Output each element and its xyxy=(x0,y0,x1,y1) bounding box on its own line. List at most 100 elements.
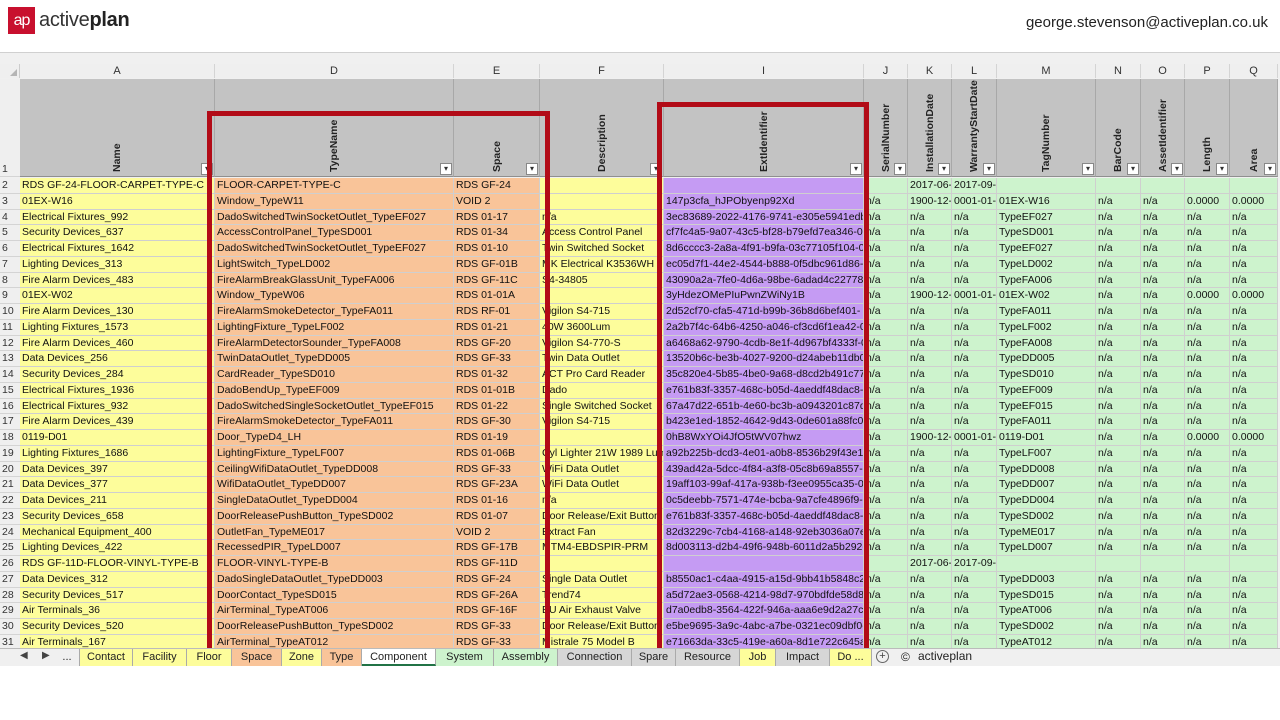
cell-extidentifier[interactable]: 13520b6c-be3b-4027-9200-d24abeb11db0 xyxy=(664,351,864,367)
cell-assetidentifier[interactable]: n/a xyxy=(1141,603,1185,619)
column-letter-l[interactable]: L xyxy=(952,64,997,78)
cell-tagnumber[interactable]: TypeFA011 xyxy=(997,414,1096,430)
cell-space[interactable]: RDS 01-16 xyxy=(454,493,540,509)
cell-typename[interactable]: Window_TypeW06 xyxy=(215,288,454,304)
cell-tagnumber[interactable]: TypeDD003 xyxy=(997,571,1096,588)
cell-area[interactable]: n/a xyxy=(1230,508,1278,525)
cell-assetidentifier[interactable]: n/a xyxy=(1141,398,1185,415)
cell-installationdate[interactable]: n/a xyxy=(908,540,952,556)
cell-barcode[interactable] xyxy=(1096,556,1141,572)
cell-name[interactable]: Electrical Fixtures_1642 xyxy=(20,241,215,257)
cell-area[interactable]: 0.0000 xyxy=(1230,430,1278,446)
cell-serialnumber[interactable]: n/a xyxy=(864,540,908,556)
cell-typename[interactable]: FireAlarmBreakGlassUnit_TypeFA006 xyxy=(215,272,454,289)
row-number[interactable]: 18 xyxy=(0,430,20,446)
cell-barcode[interactable]: n/a xyxy=(1096,477,1141,493)
tab-impact[interactable]: Impact xyxy=(776,649,830,666)
column-letter-o[interactable]: O xyxy=(1141,64,1185,78)
cell-name[interactable]: Security Devices_517 xyxy=(20,587,215,604)
filter-dropdown-icon[interactable]: ▾ xyxy=(938,163,950,175)
cell-length[interactable]: n/a xyxy=(1185,508,1230,525)
cell-typename[interactable]: AirTerminal_TypeAT006 xyxy=(215,603,454,619)
cell-barcode[interactable]: n/a xyxy=(1096,272,1141,289)
cell-serialnumber[interactable]: n/a xyxy=(864,414,908,430)
cell-installationdate[interactable]: n/a xyxy=(908,272,952,289)
row-number[interactable]: 16 xyxy=(0,398,20,415)
cell-description[interactable]: Trend74 xyxy=(540,587,664,604)
cell-assetidentifier[interactable]: n/a xyxy=(1141,193,1185,210)
cell-serialnumber[interactable]: n/a xyxy=(864,445,908,462)
cell-name[interactable]: Mechanical Equipment_400 xyxy=(20,524,215,541)
cell-assetidentifier[interactable]: n/a xyxy=(1141,587,1185,604)
cell-space[interactable]: RDS GF-24 xyxy=(454,178,540,194)
cell-assetidentifier[interactable]: n/a xyxy=(1141,430,1185,446)
cell-tagnumber[interactable]: TypeAT006 xyxy=(997,603,1096,619)
cell-assetidentifier[interactable]: n/a xyxy=(1141,241,1185,257)
cell-barcode[interactable]: n/a xyxy=(1096,351,1141,367)
cell-length[interactable]: n/a xyxy=(1185,619,1230,635)
row-number[interactable]: 25 xyxy=(0,540,20,556)
tab-contact[interactable]: Contact xyxy=(80,649,133,666)
row-number[interactable]: 17 xyxy=(0,414,20,430)
column-letter-p[interactable]: P xyxy=(1185,64,1230,78)
cell-assetidentifier[interactable]: n/a xyxy=(1141,304,1185,320)
cell-warrantystartdate[interactable]: n/a xyxy=(952,304,997,320)
cell-extidentifier[interactable]: 82d3229c-7cb4-4168-a148-92eb3036a07e- xyxy=(664,524,864,541)
cell-name[interactable]: Lighting Devices_422 xyxy=(20,540,215,556)
header-cell-description[interactable]: Description ▾ xyxy=(540,79,664,177)
cell-typename[interactable]: DadoSwitchedTwinSocketOutlet_TypeEF027 xyxy=(215,209,454,226)
cell-assetidentifier[interactable]: n/a xyxy=(1141,619,1185,635)
cell-installationdate[interactable]: n/a xyxy=(908,382,952,399)
cell-space[interactable]: RDS GF-20 xyxy=(454,335,540,352)
cell-extidentifier[interactable]: 147p3cfa_hJPObyenp92Xd xyxy=(664,193,864,210)
cell-length[interactable] xyxy=(1185,178,1230,194)
cell-extidentifier[interactable]: a5d72ae3-0568-4214-98d7-970bdfde58d8- xyxy=(664,587,864,604)
cell-installationdate[interactable]: n/a xyxy=(908,461,952,478)
cell-length[interactable] xyxy=(1185,556,1230,572)
row-number[interactable]: 7 xyxy=(0,256,20,273)
cell-assetidentifier[interactable]: n/a xyxy=(1141,256,1185,273)
tab-connection[interactable]: Connection xyxy=(558,649,632,666)
cell-barcode[interactable]: n/a xyxy=(1096,398,1141,415)
cell-barcode[interactable]: n/a xyxy=(1096,587,1141,604)
cell-installationdate[interactable]: n/a xyxy=(908,524,952,541)
cell-typename[interactable]: FLOOR-CARPET-TYPE-C xyxy=(215,178,454,194)
cell-space[interactable]: RDS 01-21 xyxy=(454,319,540,336)
cell-barcode[interactable]: n/a xyxy=(1096,193,1141,210)
filter-dropdown-icon[interactable]: ▾ xyxy=(201,163,213,175)
row-number[interactable]: 4 xyxy=(0,209,20,226)
cell-description[interactable]: Single Switched Socket xyxy=(540,398,664,415)
cell-space[interactable]: RDS 01-06B xyxy=(454,445,540,462)
row-number[interactable]: 19 xyxy=(0,445,20,462)
header-cell-name[interactable]: Name ▾ xyxy=(20,79,215,177)
cell-assetidentifier[interactable]: n/a xyxy=(1141,319,1185,336)
cell-extidentifier[interactable]: 19aff103-99af-417a-938b-f3ee0955ca35-0 xyxy=(664,477,864,493)
cell-area[interactable]: n/a xyxy=(1230,619,1278,635)
cell-name[interactable]: Lighting Fixtures_1573 xyxy=(20,319,215,336)
cell-space[interactable]: RDS 01-34 xyxy=(454,225,540,241)
cell-area[interactable]: n/a xyxy=(1230,335,1278,352)
cell-description[interactable]: ACT Pro Card Reader xyxy=(540,367,664,383)
cell-assetidentifier[interactable]: n/a xyxy=(1141,209,1185,226)
row-number[interactable]: 12 xyxy=(0,335,20,352)
cell-description[interactable]: 40W 3600Lum xyxy=(540,319,664,336)
cell-warrantystartdate[interactable]: n/a xyxy=(952,256,997,273)
cell-extidentifier[interactable]: ec05d7f1-44e2-4544-b888-0f5dbc961d86- xyxy=(664,256,864,273)
cell-space[interactable]: RDS GF-11D xyxy=(454,556,540,572)
cell-installationdate[interactable]: n/a xyxy=(908,335,952,352)
cell-area[interactable] xyxy=(1230,178,1278,194)
cell-warrantystartdate[interactable]: n/a xyxy=(952,225,997,241)
cell-tagnumber[interactable]: TypeDD008 xyxy=(997,461,1096,478)
cell-installationdate[interactable]: n/a xyxy=(908,319,952,336)
cell-extidentifier[interactable]: 0hB8WxYOi4JfO5tWV07hwz xyxy=(664,430,864,446)
cell-barcode[interactable]: n/a xyxy=(1096,430,1141,446)
cell-warrantystartdate[interactable]: n/a xyxy=(952,619,997,635)
cell-length[interactable]: n/a xyxy=(1185,335,1230,352)
cell-space[interactable]: VOID 2 xyxy=(454,524,540,541)
column-letter-e[interactable]: E xyxy=(454,64,540,78)
cell-space[interactable]: RDS 01-01A xyxy=(454,288,540,304)
cell-serialnumber[interactable]: n/a xyxy=(864,225,908,241)
cell-barcode[interactable]: n/a xyxy=(1096,335,1141,352)
cell-name[interactable]: 0119-D01 xyxy=(20,430,215,446)
cell-description[interactable]: Door Release/Exit Button xyxy=(540,619,664,635)
